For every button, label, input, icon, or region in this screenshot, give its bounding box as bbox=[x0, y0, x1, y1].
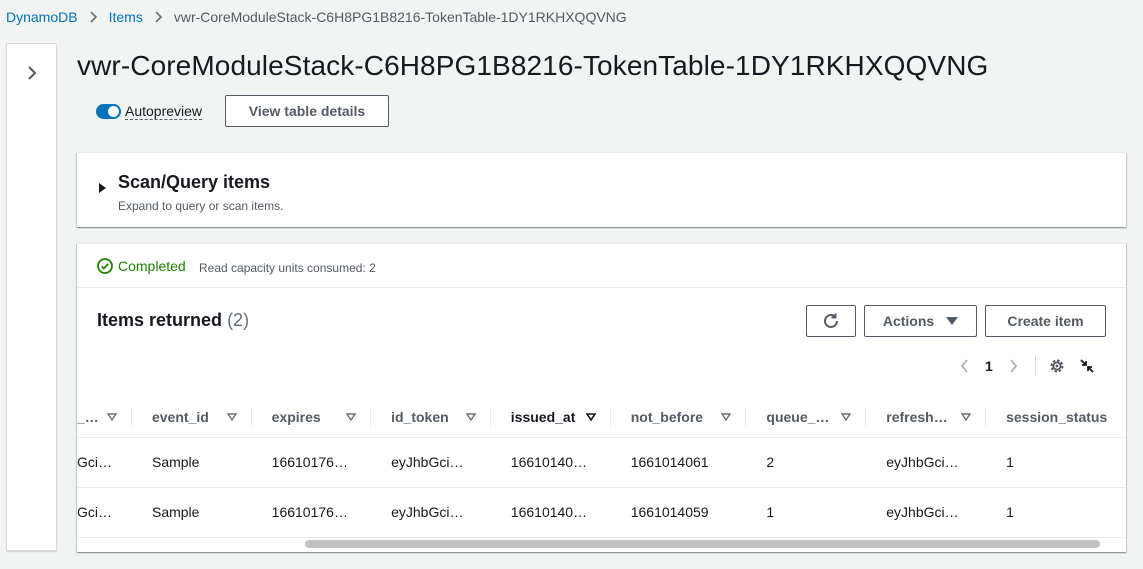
scrollbar-thumb[interactable] bbox=[305, 540, 1100, 548]
column-header-queue[interactable]: queue_… bbox=[746, 397, 867, 438]
side-navigation-rail bbox=[6, 43, 57, 551]
read-capacity-text: Read capacity units consumed: 2 bbox=[199, 261, 376, 275]
caret-down-icon bbox=[946, 317, 959, 325]
breadcrumb-dynamodb[interactable]: DynamoDB bbox=[6, 9, 78, 25]
sort-triangle-icon bbox=[721, 413, 732, 421]
results-panel: Completed Read capacity units consumed: … bbox=[77, 243, 1126, 552]
breadcrumb-items[interactable]: Items bbox=[109, 9, 143, 25]
refresh-button[interactable] bbox=[806, 305, 856, 337]
status-badge: Completed bbox=[97, 258, 186, 274]
column-header-id-token[interactable]: id_token bbox=[371, 397, 491, 438]
actions-button[interactable]: Actions bbox=[864, 305, 977, 337]
table-cell[interactable]: 16610140… bbox=[490, 437, 611, 488]
breadcrumb-current: vwr-CoreModuleStack-C6H8PG1B8216-TokenTa… bbox=[173, 9, 627, 25]
column-header-0[interactable]: _… bbox=[77, 397, 132, 438]
table-cell[interactable]: 1 bbox=[986, 487, 1126, 538]
horizontal-scrollbar[interactable] bbox=[305, 540, 1100, 549]
chevron-left-icon[interactable] bbox=[957, 359, 971, 373]
chevron-right-icon bbox=[89, 11, 98, 23]
sort-triangle-icon bbox=[961, 413, 972, 421]
column-header-event-id[interactable]: event_id bbox=[131, 397, 252, 438]
chevron-right-icon[interactable] bbox=[23, 64, 41, 82]
status-label: Completed bbox=[118, 258, 186, 274]
caret-right-icon[interactable] bbox=[98, 180, 107, 198]
table-cell[interactable]: eyJhbGci… bbox=[371, 487, 491, 538]
table-cell[interactable]: 16610176… bbox=[251, 437, 372, 488]
sort-triangle-icon bbox=[465, 413, 476, 421]
breadcrumb: DynamoDB Items vwr-CoreModuleStack-C6H8P… bbox=[6, 7, 627, 27]
sort-triangle-icon bbox=[585, 412, 596, 421]
table-cell[interactable]: 1661014061 bbox=[610, 437, 747, 488]
table-cell[interactable]: Gci… bbox=[77, 487, 132, 538]
table-row[interactable]: Gci… Sample 16610176… eyJhbGci… 16610140… bbox=[77, 487, 1126, 538]
scan-query-description: Expand to query or scan items. bbox=[118, 199, 284, 213]
column-header-not-before[interactable]: not_before bbox=[610, 397, 747, 438]
sort-triangle-icon bbox=[841, 413, 852, 421]
table-header-row: _… event_id expires id_token issued_at n… bbox=[77, 397, 1126, 438]
shrink-icon[interactable] bbox=[1078, 357, 1096, 375]
items-returned-heading: Items returned (2) bbox=[97, 310, 249, 331]
sort-triangle-icon bbox=[106, 413, 117, 421]
table-cell[interactable]: 1 bbox=[746, 487, 867, 538]
chevron-right-icon bbox=[154, 11, 163, 23]
create-item-button[interactable]: Create item bbox=[985, 305, 1106, 337]
items-table: _… event_id expires id_token issued_at n… bbox=[77, 397, 1126, 538]
items-returned-count: (2) bbox=[227, 310, 250, 330]
table-cell[interactable]: 2 bbox=[746, 437, 867, 488]
table-cell[interactable]: eyJhbGci… bbox=[371, 437, 491, 488]
column-header-session-status[interactable]: session_status bbox=[986, 397, 1126, 438]
table-cell[interactable]: Sample bbox=[131, 437, 252, 488]
column-header-refresh[interactable]: refresh… bbox=[866, 397, 987, 438]
table-cell[interactable]: 1661014059 bbox=[610, 487, 747, 538]
scan-query-panel: Scan/Query items Expand to query or scan… bbox=[77, 152, 1126, 227]
scan-query-title[interactable]: Scan/Query items bbox=[118, 172, 270, 193]
column-header-issued-at[interactable]: issued_at bbox=[490, 397, 611, 438]
actions-label: Actions bbox=[882, 313, 935, 329]
sort-triangle-icon bbox=[226, 413, 237, 421]
check-circle-icon bbox=[97, 258, 113, 274]
table-cell[interactable]: 16610140… bbox=[490, 487, 611, 538]
pager-divider bbox=[1034, 356, 1036, 376]
table-cell[interactable]: 16610176… bbox=[251, 487, 372, 538]
chevron-right-icon[interactable] bbox=[1007, 359, 1021, 373]
table-cell[interactable]: Sample bbox=[131, 487, 252, 538]
table-cell[interactable]: 1 bbox=[986, 437, 1126, 488]
sort-triangle-icon bbox=[346, 413, 357, 421]
autopreview-label[interactable]: Autopreview bbox=[125, 103, 203, 120]
items-returned-title: Items returned bbox=[97, 310, 223, 330]
table-cell[interactable]: Gci… bbox=[77, 437, 132, 488]
refresh-icon bbox=[824, 313, 838, 328]
table-cell[interactable]: eyJhbGci… bbox=[866, 437, 987, 488]
status-row: Completed Read capacity units consumed: … bbox=[77, 244, 1126, 288]
view-table-details-button[interactable]: View table details bbox=[225, 95, 389, 127]
page-number[interactable]: 1 bbox=[985, 358, 993, 374]
column-header-expires[interactable]: expires bbox=[251, 397, 372, 438]
pagination: 1 bbox=[957, 356, 1108, 376]
switch-knob bbox=[108, 106, 119, 117]
table-row[interactable]: Gci… Sample 16610176… eyJhbGci… 16610140… bbox=[77, 437, 1126, 488]
table-cell[interactable]: eyJhbGci… bbox=[866, 487, 987, 538]
autopreview-toggle[interactable]: Autopreview bbox=[96, 103, 203, 120]
gear-icon[interactable] bbox=[1048, 357, 1066, 375]
page-title: vwr-CoreModuleStack-C6H8PG1B8216-TokenTa… bbox=[77, 50, 989, 81]
autopreview-switch[interactable] bbox=[96, 104, 121, 119]
